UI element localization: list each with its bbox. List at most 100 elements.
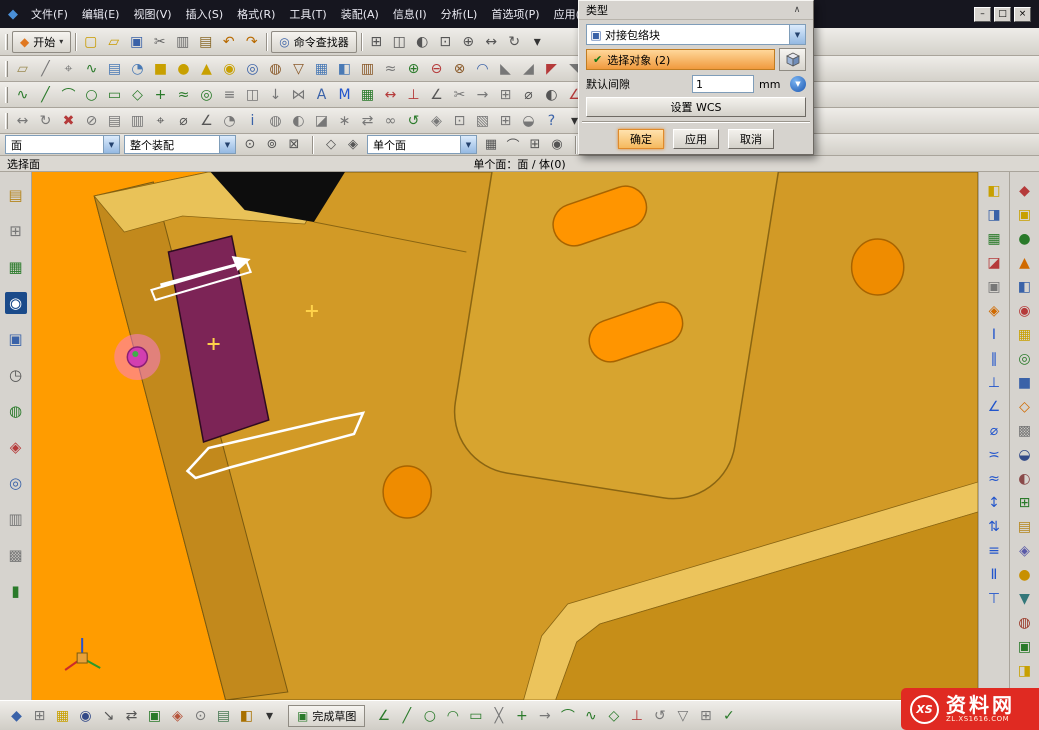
datum-plane-icon[interactable]: ▱: [12, 58, 33, 79]
object-display-icon[interactable]: ◉: [75, 705, 96, 726]
process-studio-icon[interactable]: ◈: [5, 436, 27, 458]
ordinate-dim-icon[interactable]: ⇅: [983, 516, 1005, 537]
right-tool-icon[interactable]: ◒: [1014, 444, 1036, 465]
chevron-down-icon[interactable]: ▼: [460, 136, 476, 153]
measure-angle-icon[interactable]: ∠: [196, 110, 217, 131]
toolbar-grip[interactable]: [5, 113, 8, 129]
sketch-circle-icon[interactable]: ○: [419, 705, 440, 726]
rotate-view-icon[interactable]: ↻: [504, 31, 525, 52]
update-icon[interactable]: ↺: [403, 110, 424, 131]
quick-extend-icon[interactable]: →: [472, 84, 493, 105]
datum-csys-icon[interactable]: ⌖: [58, 58, 79, 79]
ok-button[interactable]: 确定: [618, 129, 664, 149]
menu-insert[interactable]: 插入(S): [179, 3, 231, 25]
grid-snap-icon[interactable]: ⊞: [29, 705, 50, 726]
project-curve-icon[interactable]: ↓: [265, 84, 286, 105]
chamfer-icon[interactable]: ◣: [495, 58, 516, 79]
cone-icon[interactable]: ▲: [196, 58, 217, 79]
assembly-navigator-icon[interactable]: ▤: [5, 184, 27, 206]
chevron-down-icon[interactable]: ▼: [219, 136, 235, 153]
right-tool-icon[interactable]: ◉: [1014, 300, 1036, 321]
paste-icon[interactable]: ▤: [195, 31, 216, 52]
layer-visible-icon[interactable]: ▥: [127, 110, 148, 131]
web-browser-icon[interactable]: ◍: [5, 400, 27, 422]
sketch-grid-icon[interactable]: ⊞: [695, 705, 716, 726]
surface-icon[interactable]: ▦: [983, 228, 1005, 249]
unite-icon[interactable]: ⊕: [403, 58, 424, 79]
sketch-polygon-icon[interactable]: ◇: [603, 705, 624, 726]
finish-sketch-button[interactable]: ▣ 完成草图: [288, 705, 365, 727]
menu-view[interactable]: 视图(V): [126, 3, 178, 25]
copy-icon[interactable]: ▥: [172, 31, 193, 52]
right-tool-icon[interactable]: ●: [1014, 228, 1036, 249]
right-tool-icon[interactable]: ▦: [1014, 324, 1036, 345]
viewport-3d[interactable]: [32, 172, 978, 700]
apply-button[interactable]: 应用: [673, 129, 719, 149]
touch-mode-icon[interactable]: ▮: [5, 580, 27, 602]
face-rule-select[interactable]: 单个面 ▼: [367, 135, 477, 154]
window-icon[interactable]: ⊞: [366, 31, 387, 52]
default-clearance-input[interactable]: [692, 75, 754, 93]
revolve-icon[interactable]: ◔: [127, 58, 148, 79]
move-icon[interactable]: ↘: [98, 705, 119, 726]
toolbar-grip[interactable]: [5, 87, 8, 103]
diameter-dim-icon[interactable]: ⌀: [518, 84, 539, 105]
reuse-library-icon[interactable]: ◉: [5, 292, 27, 314]
command-finder-button[interactable]: ◎ 命令查找器: [271, 31, 356, 53]
start-button[interactable]: ◆ 开始 ▾: [12, 31, 71, 53]
sketch-undo-icon[interactable]: ↺: [649, 705, 670, 726]
help-icon[interactable]: ?: [541, 110, 562, 131]
tangent-faces-icon[interactable]: ⌒: [503, 135, 523, 155]
menu-tools[interactable]: 工具(T): [282, 3, 333, 25]
dialog-options-cube-button[interactable]: [779, 48, 806, 71]
extrude-icon[interactable]: ▤: [104, 58, 125, 79]
thread-icon[interactable]: ≈: [380, 58, 401, 79]
save-icon[interactable]: ▣: [126, 31, 147, 52]
right-tool-icon[interactable]: ■: [1014, 372, 1036, 393]
minimize-button[interactable]: –: [974, 7, 991, 22]
material-icon[interactable]: ◈: [167, 705, 188, 726]
menu-format[interactable]: 格式(R): [230, 3, 282, 25]
profile-icon[interactable]: ∿: [12, 84, 33, 105]
wcs-dynamics-icon[interactable]: ⌖: [150, 110, 171, 131]
list-icon[interactable]: ▤: [213, 705, 234, 726]
quick-trim-icon[interactable]: ✂: [449, 84, 470, 105]
boundary-icon[interactable]: ◍: [265, 110, 286, 131]
double-dim-icon[interactable]: Ⅱ: [983, 564, 1005, 585]
datum-dim-icon[interactable]: ⊤: [983, 588, 1005, 609]
constraint-navigator-icon[interactable]: ⊞: [5, 220, 27, 242]
cascade-icon[interactable]: ◫: [389, 31, 410, 52]
pattern-curve-icon[interactable]: ⊞: [495, 84, 516, 105]
shaded-view-icon[interactable]: ◐: [412, 31, 433, 52]
snapshot-icon[interactable]: ⊡: [449, 110, 470, 131]
sketch-spline-icon[interactable]: ∿: [580, 705, 601, 726]
right-tool-icon[interactable]: ▲: [1014, 252, 1036, 273]
constraints-icon[interactable]: ⊥: [403, 84, 424, 105]
make-corner-icon[interactable]: ∠: [426, 84, 447, 105]
render-style-icon[interactable]: ◐: [288, 110, 309, 131]
interpart-link-icon[interactable]: ∞: [380, 110, 401, 131]
line-icon[interactable]: ╱: [35, 84, 56, 105]
section-view-icon[interactable]: ◪: [311, 110, 332, 131]
mirror-curve-icon[interactable]: ◫: [242, 84, 263, 105]
close-button[interactable]: ×: [1014, 7, 1031, 22]
menu-file[interactable]: 文件(F): [24, 3, 75, 25]
right-tool-icon[interactable]: ◇: [1014, 396, 1036, 417]
curve-analysis-icon[interactable]: ◨: [983, 204, 1005, 225]
parallel-dim-icon[interactable]: ∥: [983, 348, 1005, 369]
menu-edit[interactable]: 编辑(E): [75, 3, 127, 25]
face-analysis-icon[interactable]: ◧: [983, 180, 1005, 201]
type-select[interactable]: ▣ 对接包络块 ▼: [586, 24, 806, 45]
draft-analysis-icon[interactable]: ◪: [983, 252, 1005, 273]
sketch-constraint-icon[interactable]: ⊥: [626, 705, 647, 726]
right-tool-icon[interactable]: ⊞: [1014, 492, 1036, 513]
nview-icon[interactable]: ◒: [518, 110, 539, 131]
color-filter-icon[interactable]: ◈: [343, 135, 363, 155]
trim-body-icon[interactable]: ◤: [541, 58, 562, 79]
body-faces-icon[interactable]: ◉: [547, 135, 567, 155]
vertical-dim-icon[interactable]: ↕: [983, 492, 1005, 513]
cut-icon[interactable]: ✂: [149, 31, 170, 52]
measure-distance-icon[interactable]: ⌀: [173, 110, 194, 131]
general-filter-icon[interactable]: ◇: [321, 135, 341, 155]
swap-icon[interactable]: ⇄: [121, 705, 142, 726]
